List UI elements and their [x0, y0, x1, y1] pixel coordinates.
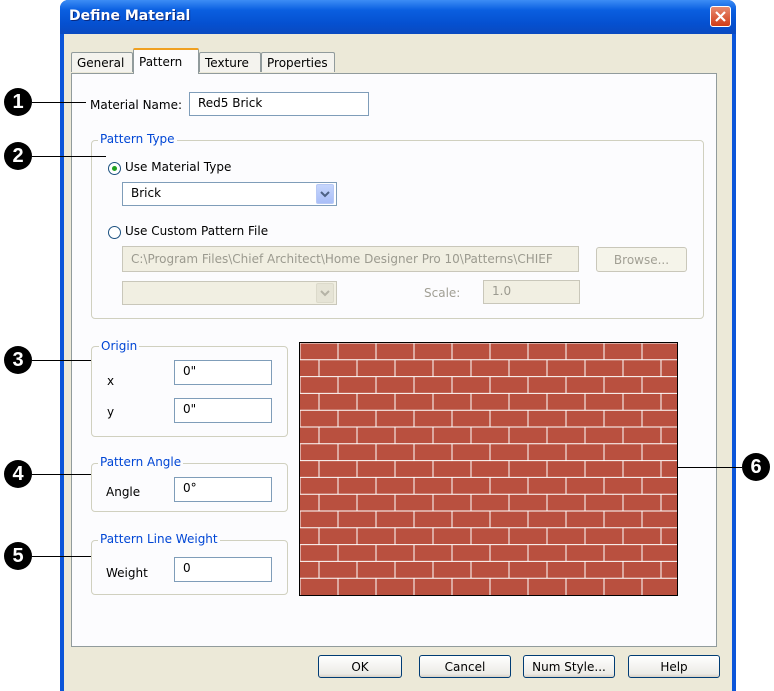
callout-1-leader [32, 102, 86, 103]
origin-legend: Origin [99, 339, 140, 353]
callout-6-leader [678, 467, 742, 468]
origin-y-label: y [107, 405, 115, 419]
pattern-angle-legend: Pattern Angle [98, 455, 184, 469]
scale-field[interactable]: 1.0 [483, 280, 580, 304]
angle-label: Angle [106, 485, 141, 499]
tab-label: Texture [205, 56, 249, 70]
pattern-preview [299, 342, 678, 596]
material-type-select[interactable]: Brick [122, 182, 337, 206]
material-name-label: Material Name: [90, 98, 183, 112]
tab-general[interactable]: General [71, 52, 133, 72]
callout-1: 1 [4, 88, 32, 116]
custom-pattern-select[interactable] [122, 281, 337, 305]
chevron-down-icon [320, 290, 330, 297]
callout-2: 2 [4, 142, 32, 170]
help-button[interactable]: Help [628, 655, 720, 678]
tab-properties[interactable]: Properties [261, 52, 335, 72]
callout-5-leader [32, 556, 91, 557]
tab-label: Pattern [139, 55, 183, 69]
window-title: Define Material [69, 8, 191, 24]
weight-label: Weight [106, 566, 148, 580]
callout-2-leader [32, 156, 106, 157]
brick-pattern-preview [300, 343, 677, 595]
num-style-button[interactable]: Num Style... [523, 655, 615, 678]
tab-pattern[interactable]: Pattern [133, 48, 199, 74]
tab-label: General [77, 56, 125, 70]
use-custom-file-label[interactable]: Use Custom Pattern File [125, 224, 268, 238]
callout-4-leader [32, 474, 91, 475]
cancel-button[interactable]: Cancel [419, 655, 511, 678]
material-name-field[interactable]: Red5 Brick [189, 92, 369, 116]
callout-3-leader [32, 360, 91, 361]
pattern-type-legend: Pattern Type [98, 132, 177, 146]
ok-button[interactable]: OK [318, 655, 402, 678]
tab-label: Properties [267, 56, 328, 70]
callout-3: 3 [4, 346, 32, 374]
close-button[interactable] [710, 6, 731, 27]
callout-4: 4 [4, 460, 32, 488]
scale-label: Scale: [424, 286, 461, 300]
origin-y-field[interactable]: 0" [174, 398, 272, 423]
custom-pattern-dropdown-button[interactable] [316, 283, 334, 303]
weight-field[interactable]: 0 [174, 557, 272, 582]
radio-selected-dot [112, 166, 117, 171]
angle-field[interactable]: 0° [174, 477, 272, 502]
use-custom-file-radio[interactable] [108, 226, 121, 239]
origin-x-label: x [107, 374, 115, 388]
material-type-dropdown-button[interactable] [316, 184, 334, 204]
use-material-type-radio[interactable] [108, 162, 121, 175]
title-bar[interactable]: Define Material [60, 0, 736, 34]
callout-6: 6 [742, 453, 770, 481]
line-weight-legend: Pattern Line Weight [98, 532, 220, 546]
use-material-type-label[interactable]: Use Material Type [125, 160, 231, 174]
close-icon [715, 11, 726, 22]
callout-5: 5 [4, 542, 32, 570]
tab-texture[interactable]: Texture [199, 52, 261, 72]
material-type-value: Brick [131, 186, 162, 200]
origin-x-field[interactable]: 0" [174, 360, 272, 385]
chevron-down-icon [320, 191, 330, 198]
browse-button[interactable]: Browse... [596, 247, 687, 272]
custom-pattern-file-path[interactable]: C:\Program Files\Chief Architect\Home De… [122, 246, 579, 272]
